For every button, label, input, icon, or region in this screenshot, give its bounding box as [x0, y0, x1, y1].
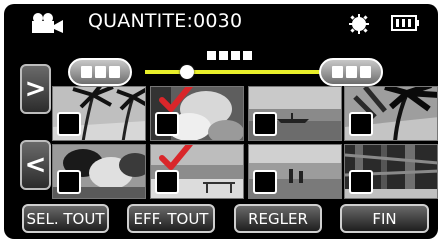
video-mode-icon — [32, 13, 63, 33]
thumbnail-5[interactable] — [52, 144, 146, 199]
thumbnail-4[interactable] — [344, 86, 438, 141]
select-checkbox[interactable] — [57, 112, 81, 136]
camera-lcd-screen: QUANTITE:0030 > < SEL. TOUT EFF. TOUT RE… — [4, 4, 438, 239]
prev-page-button[interactable]: < — [20, 140, 51, 190]
date-start-pill[interactable] — [68, 58, 132, 86]
thumbnail-6[interactable] — [150, 144, 244, 199]
checkmark-icon — [159, 87, 193, 112]
thumbnail-3[interactable] — [248, 86, 342, 141]
quantity-label: QUANTITE:0030 — [88, 10, 243, 32]
thumbnail-1[interactable] — [52, 86, 146, 141]
select-all-button[interactable]: SEL. TOUT — [22, 204, 109, 233]
end-button[interactable]: FIN — [340, 204, 429, 233]
select-checkbox[interactable] — [349, 170, 373, 194]
status-bar: QUANTITE:0030 — [4, 4, 438, 42]
thumbnail-7[interactable] — [248, 144, 342, 199]
battery-icon — [391, 15, 419, 31]
date-end-pill[interactable] — [319, 58, 383, 86]
select-checkbox[interactable] — [155, 112, 179, 136]
checkmark-icon — [159, 145, 193, 170]
date-slider-knob[interactable] — [180, 65, 194, 79]
set-button[interactable]: REGLER — [234, 204, 322, 233]
date-slider-track[interactable] — [145, 70, 321, 74]
thumbnail-8[interactable] — [344, 144, 438, 199]
thumbnail-2[interactable] — [150, 86, 244, 141]
select-checkbox[interactable] — [253, 112, 277, 136]
next-page-button[interactable]: > — [20, 64, 51, 114]
select-checkbox[interactable] — [253, 170, 277, 194]
select-checkbox[interactable] — [349, 112, 373, 136]
select-checkbox[interactable] — [57, 170, 81, 194]
clear-all-button[interactable]: EFF. TOUT — [127, 204, 215, 233]
date-indicator — [207, 51, 252, 60]
gear-icon — [349, 14, 369, 34]
select-checkbox[interactable] — [155, 170, 179, 194]
